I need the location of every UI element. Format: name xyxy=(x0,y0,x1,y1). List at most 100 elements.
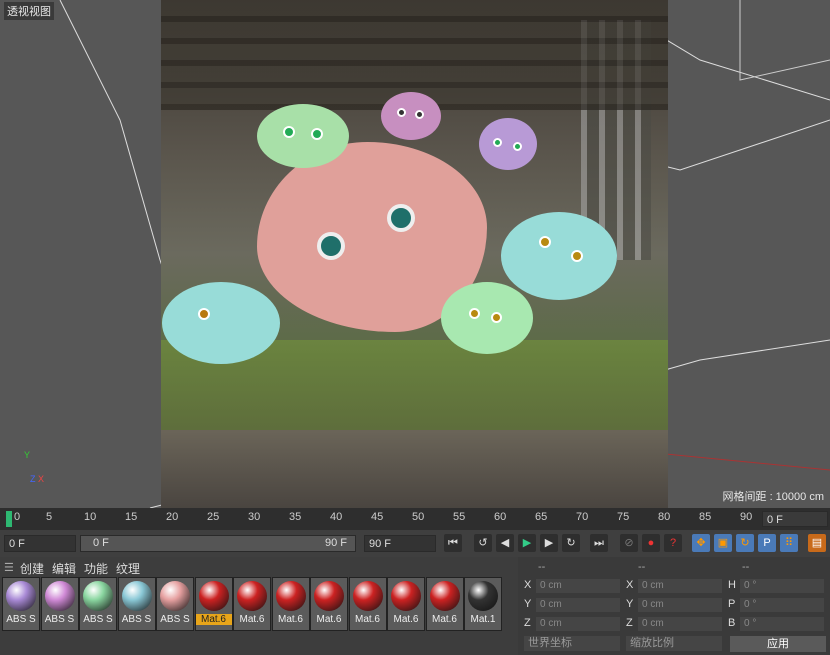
material-swatch[interactable]: ABS S xyxy=(2,577,40,631)
playback-controls: 0 F 0 F 90 F 90 F ⏮ ↺ ◀ ▶ ▶ ↻ ⏭ ⊘ ● ? ✥ … xyxy=(0,530,830,557)
material-preview xyxy=(160,581,190,611)
material-label: ABS S xyxy=(121,614,152,625)
tick: 45 xyxy=(371,511,384,523)
next-key-icon[interactable]: ↻ xyxy=(562,534,580,552)
tick: 50 xyxy=(412,511,425,523)
step-back-icon[interactable]: ◀ xyxy=(496,534,514,552)
size-z-field[interactable]: 0 cm xyxy=(638,617,722,631)
tick: 25 xyxy=(207,511,220,523)
tick: 55 xyxy=(453,511,466,523)
creature-green-top-left xyxy=(257,104,349,168)
pos-x-label: X xyxy=(524,579,532,591)
size-x-field[interactable]: 0 cm xyxy=(638,579,722,593)
pos-z-label: Z xyxy=(524,617,531,629)
size-z-label: Z xyxy=(626,617,633,629)
material-label: ABS S xyxy=(83,614,113,625)
viewport-title[interactable]: 透视视图 xyxy=(4,2,54,20)
playhead[interactable] xyxy=(6,511,12,527)
material-label: Mat.1 xyxy=(470,614,496,625)
move-key-icon[interactable]: ✥ xyxy=(692,534,710,552)
material-preview xyxy=(391,581,421,611)
material-preview xyxy=(314,581,344,611)
material-preview xyxy=(429,581,460,611)
material-preview xyxy=(44,581,75,611)
tick: 85 xyxy=(699,511,712,523)
range-end-label: 90 F xyxy=(324,537,347,549)
record-icon[interactable]: ● xyxy=(642,534,660,552)
play-icon[interactable]: ▶ xyxy=(518,534,536,552)
scale-mode-select[interactable]: 缩放比例 xyxy=(626,636,722,651)
start-frame-field[interactable]: 0 F xyxy=(4,535,76,552)
go-to-start-icon[interactable]: ⏮ xyxy=(444,534,462,552)
material-swatch[interactable]: ABS S xyxy=(40,577,79,631)
keyframe-icon[interactable]: ⊘ xyxy=(620,534,638,552)
size-y-field[interactable]: 0 cm xyxy=(638,598,722,612)
material-swatch[interactable]: Mat.1 xyxy=(464,577,502,631)
step-forward-icon[interactable]: ▶ xyxy=(540,534,558,552)
prev-key-icon[interactable]: ↺ xyxy=(474,534,492,552)
material-menu-icon[interactable]: ☰ xyxy=(4,561,14,574)
material-swatch[interactable]: Mat.6 xyxy=(425,577,464,631)
material-label: Mat.6 xyxy=(393,614,419,625)
size-x-label: X xyxy=(626,579,634,591)
material-preview xyxy=(237,581,267,611)
rot-p-label: P xyxy=(728,598,736,610)
coord-header-rotation: -- xyxy=(742,561,750,573)
material-swatch[interactable]: Mat.6 xyxy=(348,577,387,631)
tick: 20 xyxy=(166,511,179,523)
tick: 70 xyxy=(576,511,589,523)
pos-y-label: Y xyxy=(524,598,532,610)
timeline-ruler[interactable]: 0 5 10 15 20 25 30 35 40 45 50 55 60 65 … xyxy=(0,508,830,530)
creature-cyan-left xyxy=(162,282,280,364)
rot-b-label: B xyxy=(728,617,736,629)
axis-y-label: Y xyxy=(24,450,31,460)
material-preview xyxy=(468,581,498,611)
rot-p-field[interactable]: 0 ° xyxy=(740,598,824,612)
material-swatch[interactable]: ABS S xyxy=(117,577,156,631)
tick: 35 xyxy=(289,511,302,523)
timeline-icon[interactable]: ▤ xyxy=(808,534,826,552)
pos-x-field[interactable]: 0 cm xyxy=(536,579,620,593)
current-frame-field[interactable]: 0 F xyxy=(762,511,828,527)
background-photo xyxy=(161,0,668,508)
material-swatch[interactable]: ABS S xyxy=(79,577,117,631)
material-label: ABS S xyxy=(44,614,75,625)
tick: 80 xyxy=(658,511,671,523)
perspective-viewport[interactable]: 透视视图 Y Z X 网格间距 : 10000 cm xyxy=(0,0,830,508)
menu-create[interactable]: 创建 xyxy=(20,560,44,577)
tick: 60 xyxy=(494,511,507,523)
end-frame-field[interactable]: 90 F xyxy=(364,535,436,552)
tick: 30 xyxy=(248,511,261,523)
material-label: Mat.6 xyxy=(239,614,265,625)
material-label: Mat.6 xyxy=(277,614,303,625)
menu-edit[interactable]: 编辑 xyxy=(52,560,76,577)
auto-key-icon[interactable]: ? xyxy=(664,534,682,552)
material-swatch[interactable]: Mat.6 xyxy=(387,577,425,631)
apply-button[interactable]: 应用 xyxy=(730,636,826,652)
tick: 5 xyxy=(46,511,53,523)
scale-key-icon[interactable]: ▣ xyxy=(714,534,732,552)
rot-h-field[interactable]: 0 ° xyxy=(740,579,824,593)
creature-green-center xyxy=(441,282,533,354)
rotate-key-icon[interactable]: ↻ xyxy=(736,534,754,552)
size-y-label: Y xyxy=(626,598,634,610)
pos-y-field[interactable]: 0 cm xyxy=(536,598,620,612)
menu-function[interactable]: 功能 xyxy=(84,560,108,577)
material-swatch[interactable]: Mat.6 xyxy=(310,577,348,631)
material-swatch[interactable]: Mat.6 xyxy=(233,577,271,631)
material-swatch[interactable]: Mat.6 xyxy=(194,577,233,631)
points-key-icon[interactable]: ⠿ xyxy=(780,534,798,552)
menu-texture[interactable]: 纹理 xyxy=(116,560,140,577)
material-swatch[interactable]: ABS S xyxy=(156,577,194,631)
coordinate-mode-select[interactable]: 世界坐标 xyxy=(524,636,620,651)
rot-b-field[interactable]: 0 ° xyxy=(740,617,824,631)
material-preview xyxy=(352,581,383,611)
axis-gizmo: Y Z X xyxy=(24,450,54,486)
param-key-icon[interactable]: P xyxy=(758,534,776,552)
pos-z-field[interactable]: 0 cm xyxy=(536,617,620,631)
material-swatch[interactable]: Mat.6 xyxy=(271,577,310,631)
tick: 75 xyxy=(617,511,630,523)
creature-lavender-right xyxy=(479,118,537,170)
go-to-end-icon[interactable]: ⏭ xyxy=(590,534,608,552)
frame-range-slider[interactable]: 0 F 90 F xyxy=(80,535,356,552)
